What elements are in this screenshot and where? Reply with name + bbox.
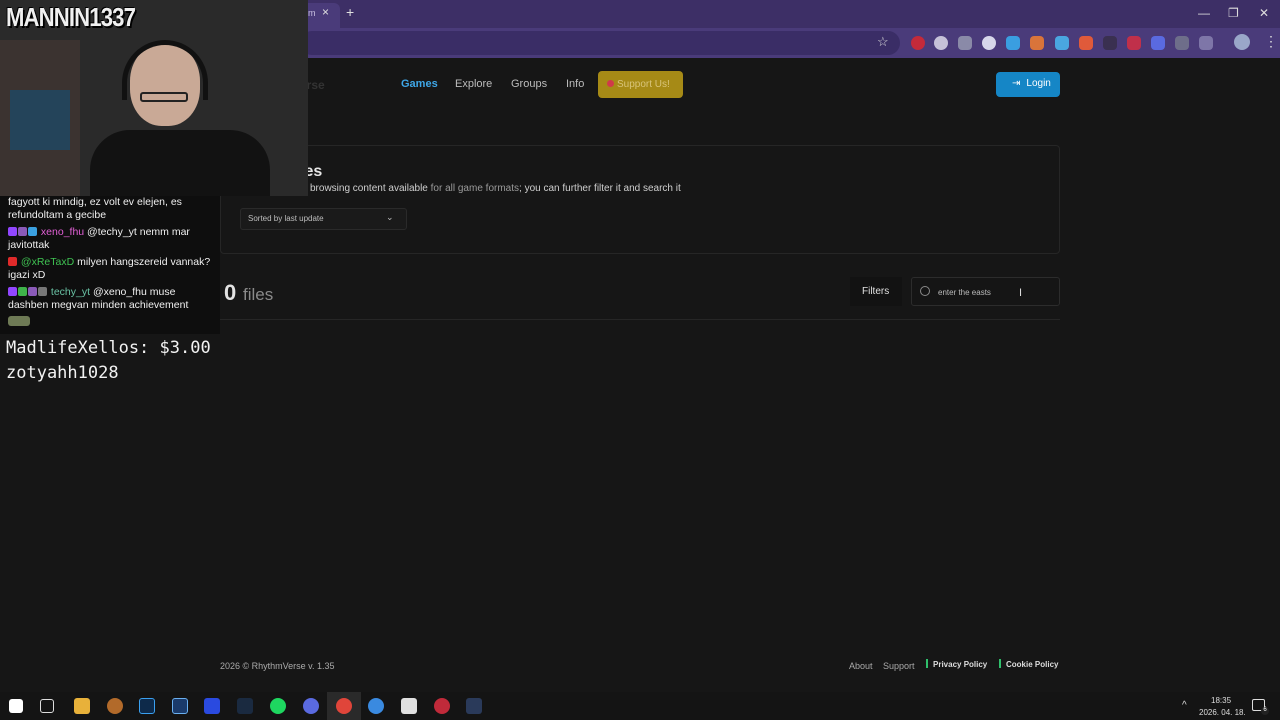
footer-cookie-link[interactable]: Cookie Policy [999,659,1058,669]
audio-app-icon[interactable] [466,698,482,714]
chat-message: xeno_fhu @techy_yt nemm mar javitottak [8,226,190,251]
extension-icon[interactable] [1151,36,1165,50]
address-field[interactable] [300,31,900,55]
extension-icon[interactable] [1055,36,1069,50]
footer-about-link[interactable]: About [849,661,873,671]
chat-username: xeno_fhu [40,226,85,238]
headset-icon [122,40,208,100]
extension-glasses-icon[interactable] [958,36,972,50]
extension-icon[interactable] [982,36,996,50]
clock-date[interactable]: 2026. 04. 18. [1199,708,1246,717]
tab-title: m [308,8,316,18]
steam-icon[interactable] [237,698,253,714]
heart-icon [607,80,614,87]
app-icon[interactable] [434,698,450,714]
footer-privacy-link[interactable]: Privacy Policy [926,659,987,669]
nav-explore[interactable]: Explore [455,78,492,90]
search-icon [920,286,930,296]
extension-icon[interactable] [1175,36,1189,50]
file-explorer-icon[interactable] [74,698,90,714]
close-window-icon[interactable]: ✕ [1259,6,1269,20]
sort-select[interactable]: Sorted by last update [240,208,407,230]
footer-copyright: 2026 © RhythmVerse v. 1.35 [220,661,335,671]
app-icon[interactable] [303,698,319,714]
youtube-icon [8,257,17,266]
divider [220,319,1060,320]
restore-icon[interactable]: ❐ [1228,6,1239,20]
chat-message: @xReTaxD milyen hangszereid vannak? igaz… [8,256,211,281]
search-input[interactable] [938,286,1048,298]
extension-icon[interactable] [1127,36,1141,50]
bookmark-star-icon[interactable]: ☆ [877,34,889,50]
clock-time[interactable]: 18:35 [1211,696,1231,705]
extensions-puzzle-icon[interactable] [1199,36,1213,50]
profile-avatar[interactable] [1234,34,1250,50]
new-tab-icon[interactable]: + [346,4,354,20]
app-icon[interactable] [204,698,220,714]
nav-groups[interactable]: Groups [511,78,547,90]
taskbar [0,692,1280,720]
login-label: Login [1026,78,1051,89]
donation-alert: MadlifeXellos: $3.00 [6,338,211,358]
extension-icon[interactable] [1006,36,1020,50]
spotify-icon[interactable] [270,698,286,714]
glasses-icon [140,92,188,102]
tab-close-icon[interactable]: × [322,5,329,19]
nav-games[interactable]: Games [401,78,438,90]
app-icon[interactable] [172,698,188,714]
game-formats-link[interactable]: for all game formats [431,183,519,194]
chevron-down-icon: ⌄ [386,212,394,222]
chat-message: fagyott ki mindig, ez volt ev elejen, es… [8,196,182,221]
extension-icon[interactable] [1030,36,1044,50]
extension-record-icon[interactable] [911,36,925,50]
support-us-button[interactable]: Support Us! [598,71,683,98]
text-cursor-icon: I [1019,287,1023,299]
nav-info[interactable]: Info [566,78,584,90]
photoshop-icon[interactable] [139,698,155,714]
login-button[interactable]: ⇥ Login [996,72,1060,97]
panel-description: ly browsing content available for all ga… [300,183,681,194]
tray-chevron-icon[interactable]: ^ [1182,700,1187,711]
browser-menu-icon[interactable]: ⋮ [1264,33,1278,50]
extension-icon[interactable] [1103,36,1117,50]
files-info-panel [220,145,1060,254]
webcam-person-body [90,130,270,196]
chrome-icon[interactable] [336,698,352,714]
webcam-shelf [10,90,70,150]
footer-support-link[interactable]: Support [883,661,915,671]
filters-button[interactable]: Filters [850,277,902,306]
login-icon: ⇥ [1012,78,1021,89]
extension-icon[interactable] [934,36,948,50]
streamer-name: MANNIN1337 [6,2,136,32]
task-view-icon[interactable] [40,699,54,713]
chat-username: techy_yt [50,286,91,298]
emote-icon [8,316,30,326]
chat-username: @xReTaxD [20,256,75,268]
app-icon[interactable] [368,698,384,714]
chat-message: techy_yt @xeno_fhu muse dashben megvan m… [8,286,189,311]
app-icon[interactable] [401,698,417,714]
files-label: files [243,285,274,304]
files-count: 0 [224,280,237,305]
notification-count: 6 [1261,707,1269,715]
start-icon[interactable] [9,699,23,713]
minimize-icon[interactable]: — [1198,6,1210,20]
donation-alert: zotyahh1028 [6,363,119,383]
app-icon[interactable] [107,698,123,714]
support-label: Support Us! [617,79,670,90]
extension-icon[interactable] [1079,36,1093,50]
